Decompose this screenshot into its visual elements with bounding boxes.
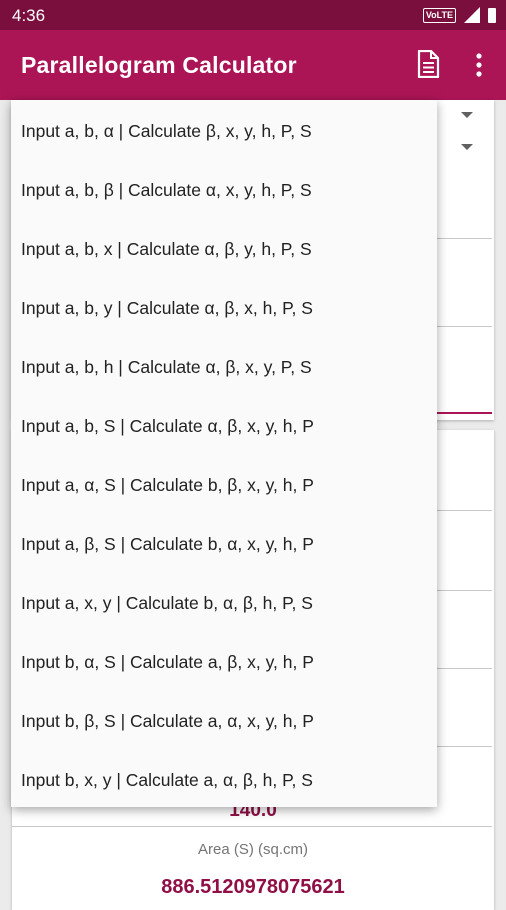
unit-spinner-arrow-icon[interactable] <box>461 144 473 150</box>
dropdown-item[interactable]: Input b, x, y | Calculate a, α, β, h, P,… <box>11 749 437 808</box>
input-focus-underline <box>436 412 492 414</box>
app-bar: Parallelogram Calculator <box>0 30 506 100</box>
signal-icon <box>464 7 480 23</box>
status-time: 4:36 <box>12 6 46 25</box>
dropdown-item[interactable]: Input a, b, α | Calculate β, x, y, h, P,… <box>11 100 437 159</box>
result-divider-5 <box>12 826 492 827</box>
dropdown-item[interactable]: Input a, b, S | Calculate α, β, x, y, h,… <box>11 395 437 454</box>
dropdown-item[interactable]: Input b, α, S | Calculate a, β, x, y, h,… <box>11 631 437 690</box>
calculation-mode-dropdown: Input a, b, α | Calculate β, x, y, h, P,… <box>11 100 437 807</box>
battery-icon <box>488 7 496 23</box>
dropdown-item[interactable]: Input a, α, S | Calculate b, β, x, y, h,… <box>11 454 437 513</box>
status-bar: 4:36 VoLTE <box>0 0 506 30</box>
dropdown-item[interactable]: Input a, b, h | Calculate α, β, x, y, P,… <box>11 336 437 395</box>
dropdown-item[interactable]: Input a, x, y | Calculate b, α, β, h, P,… <box>11 572 437 631</box>
dropdown-item[interactable]: Input a, b, β | Calculate α, x, y, h, P,… <box>11 159 437 218</box>
dropdown-item[interactable]: Input b, β, S | Calculate a, α, x, y, h,… <box>11 690 437 749</box>
area-value: 886.5120978075621 <box>161 876 345 898</box>
dropdown-item[interactable]: Input a, b, y | Calculate α, β, x, h, P,… <box>11 277 437 336</box>
document-icon[interactable] <box>416 50 440 78</box>
dropdown-item[interactable]: Input a, β, S | Calculate b, α, x, y, h,… <box>11 513 437 572</box>
app-title: Parallelogram Calculator <box>21 52 297 78</box>
area-label: Area (S) (sq.cm) <box>197 841 308 858</box>
mode-spinner-arrow-icon[interactable] <box>461 112 473 118</box>
dropdown-item[interactable]: Input a, b, x | Calculate α, β, y, h, P,… <box>11 218 437 277</box>
status-icons: VoLTE <box>422 7 496 23</box>
more-options-icon[interactable] <box>466 51 492 79</box>
volte-icon: VoLTE <box>422 7 456 23</box>
